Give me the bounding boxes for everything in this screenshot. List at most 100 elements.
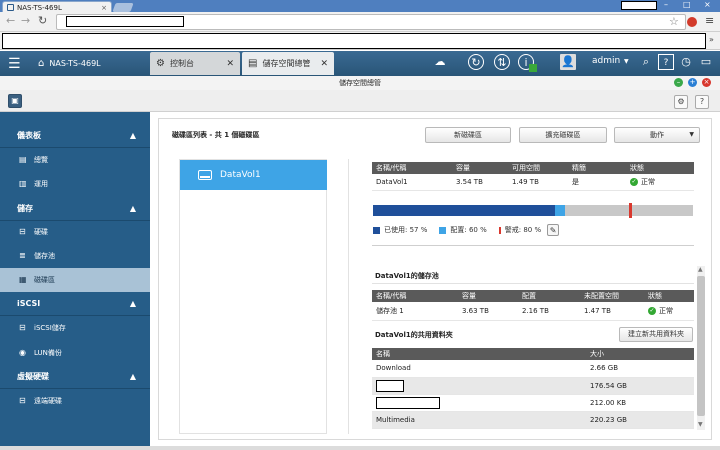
extension-icon[interactable] bbox=[687, 17, 697, 27]
help-icon[interactable]: ? bbox=[695, 95, 709, 109]
qnap-favicon-icon bbox=[7, 4, 14, 11]
column-header: 名稱/代稱 bbox=[372, 162, 452, 174]
cloud-icon[interactable]: ☁ bbox=[432, 54, 448, 70]
folder-size: 212.00 KB bbox=[586, 394, 694, 412]
close-icon[interactable]: ✕ bbox=[320, 59, 328, 69]
scrollbar-thumb[interactable] bbox=[697, 276, 705, 416]
table-cell: 是 bbox=[568, 174, 626, 191]
volume-list-caption: 磁碟區列表 - 共 1 個磁碟區 bbox=[172, 131, 260, 139]
sidebar-item-utilization[interactable]: ▥ 運用 bbox=[0, 172, 150, 196]
table-row[interactable]: 212.00 KB bbox=[372, 394, 694, 412]
sidebar-toggle-icon[interactable]: ▣ bbox=[8, 94, 22, 108]
shared-folder-table: 名稱 大小 Download 2.66 GB 176.54 GB 212.00 … bbox=[372, 348, 694, 429]
scroll-up-icon[interactable]: ▲ bbox=[698, 266, 703, 273]
pool-section-title: DataVol1的儲存池 bbox=[375, 272, 439, 280]
expand-volume-button[interactable]: 擴充磁碟區 bbox=[519, 127, 607, 143]
iscsi-icon: ⊟ bbox=[19, 323, 26, 332]
table-row[interactable]: DataVol1 3.54 TB 1.49 TB 是 ✓ 正常 bbox=[372, 174, 694, 191]
table-row[interactable]: Download 2.66 GB bbox=[372, 360, 694, 378]
table-row[interactable]: 儲存池 1 3.63 TB 2.16 TB 1.47 TB ✓ 正常 bbox=[372, 302, 694, 321]
sidebar-item-label: 運用 bbox=[34, 180, 48, 188]
search-icon[interactable]: ⌕ bbox=[638, 54, 654, 70]
table-cell: 1.49 TB bbox=[508, 174, 568, 191]
chevron-up-icon[interactable]: ▲ bbox=[130, 365, 136, 389]
url-redacted bbox=[66, 16, 184, 27]
scroll-down-icon[interactable]: ▼ bbox=[698, 421, 703, 428]
chevron-down-icon[interactable]: ▼ bbox=[624, 58, 629, 65]
minimize-window-icon[interactable]: – bbox=[674, 78, 683, 87]
sidebar-item-storage-pool[interactable]: ≣ 儲存池 bbox=[0, 244, 150, 268]
settings-icon[interactable]: ⚙ bbox=[674, 95, 688, 109]
status-cell: ✓ 正常 bbox=[644, 302, 694, 321]
folder-size: 176.54 GB bbox=[586, 377, 694, 395]
action-dropdown[interactable]: 動作 ▼ bbox=[614, 127, 700, 143]
chevron-up-icon[interactable]: ▲ bbox=[130, 197, 136, 221]
reload-icon[interactable]: ↻ bbox=[38, 14, 47, 27]
new-volume-button[interactable]: 新磁碟區 bbox=[425, 127, 511, 143]
star-icon[interactable]: ☆ bbox=[669, 15, 679, 28]
action-dropdown-label: 動作 bbox=[650, 131, 664, 139]
column-header: 未配置空間 bbox=[580, 290, 644, 302]
sidebar-section-label: 儀表板 bbox=[17, 131, 41, 140]
volume-icon: ▦ bbox=[19, 275, 27, 284]
sidebar-item-lun-backup[interactable]: ◉ LUN備份 bbox=[0, 341, 150, 365]
sidebar-item-remote-disk[interactable]: ⊟ 遠端硬碟 bbox=[0, 389, 150, 413]
resource-monitor-icon[interactable]: ◷ bbox=[678, 54, 694, 70]
column-header: 容量 bbox=[452, 162, 508, 174]
more-bookmarks-icon[interactable]: » bbox=[709, 35, 714, 44]
redacted-text bbox=[376, 396, 440, 409]
alert-swatch-icon bbox=[498, 226, 501, 234]
sidebar-item-overview[interactable]: ▤ 總覽 bbox=[0, 148, 150, 172]
sidebar-item-iscsi-storage[interactable]: ⊟ iSCSI儲存 bbox=[0, 316, 150, 340]
sidebar-item-disks[interactable]: ⊟ 硬碟 bbox=[0, 220, 150, 244]
sidebar-item-label: 總覽 bbox=[34, 156, 48, 164]
background-task-icon[interactable]: ↻ bbox=[468, 54, 484, 70]
sidebar-section-iscsi[interactable]: iSCSI ▲ bbox=[0, 292, 150, 316]
minimize-icon[interactable]: – bbox=[664, 0, 668, 9]
folder-name: Multimedia bbox=[372, 411, 586, 429]
volume-list-item[interactable]: DataVol1 bbox=[180, 160, 327, 190]
notification-badge-icon bbox=[529, 64, 537, 72]
folder-size: 220.23 GB bbox=[586, 411, 694, 429]
table-cell: 3.54 TB bbox=[452, 174, 508, 191]
create-shared-folder-button[interactable]: 建立新共用資料夾 bbox=[619, 327, 693, 342]
forward-icon[interactable]: → bbox=[21, 14, 30, 27]
sidebar-item-volumes[interactable]: ▦ 磁碟區 bbox=[0, 268, 150, 292]
avatar[interactable]: 👤 bbox=[560, 54, 576, 70]
sidebar-section-dashboard[interactable]: 儀表板 ▲ bbox=[0, 124, 150, 148]
monitor-icon[interactable]: ▭ bbox=[698, 54, 714, 70]
tab-storage-manager[interactable]: ▤ 儲存空間總管 ✕ bbox=[242, 52, 334, 75]
chevron-up-icon[interactable]: ▲ bbox=[130, 292, 136, 316]
close-icon[interactable]: ✕ bbox=[226, 59, 234, 69]
tab-control-panel[interactable]: ⚙ 控制台 ✕ bbox=[150, 52, 240, 75]
check-icon: ✓ bbox=[648, 306, 656, 315]
maximize-icon[interactable]: □ bbox=[683, 0, 691, 9]
browser-tab-title: NAS-TS-469L bbox=[17, 3, 62, 12]
status-text: 正常 bbox=[641, 177, 655, 186]
table-row[interactable]: Multimedia 220.23 GB bbox=[372, 411, 694, 429]
maximize-window-icon[interactable]: + bbox=[688, 78, 697, 87]
sidebar-section-storage[interactable]: 儲存 ▲ bbox=[0, 197, 150, 221]
external-device-icon[interactable]: ⇅ bbox=[494, 54, 510, 70]
tab-control-panel-label: 控制台 bbox=[169, 59, 194, 68]
close-window-icon[interactable]: × bbox=[702, 78, 711, 87]
divider bbox=[348, 159, 349, 434]
column-header: 狀態 bbox=[626, 162, 694, 174]
redacted-text bbox=[376, 379, 404, 392]
main-menu-icon[interactable]: ☰ bbox=[8, 56, 21, 72]
edit-threshold-icon[interactable]: ✎ bbox=[547, 224, 560, 236]
home-icon: ⌂ bbox=[38, 58, 45, 69]
chevron-up-icon[interactable]: ▲ bbox=[130, 124, 136, 148]
close-window-icon[interactable]: × bbox=[704, 0, 711, 9]
table-row[interactable]: 176.54 GB bbox=[372, 377, 694, 395]
menu-icon[interactable]: ≡ bbox=[705, 14, 714, 27]
back-icon[interactable]: ← bbox=[6, 14, 15, 27]
user-name[interactable]: admin bbox=[592, 56, 620, 66]
sidebar-section-virtual-disk[interactable]: 虛擬硬碟 ▲ bbox=[0, 365, 150, 389]
help-icon[interactable]: ? bbox=[658, 54, 674, 70]
used-swatch-icon bbox=[373, 226, 380, 234]
new-tab-button[interactable] bbox=[112, 3, 134, 12]
allocated-swatch-icon bbox=[439, 226, 447, 234]
tab-home[interactable]: ⌂ NAS-TS-469L bbox=[32, 52, 144, 75]
close-tab-icon[interactable]: × bbox=[101, 4, 107, 12]
